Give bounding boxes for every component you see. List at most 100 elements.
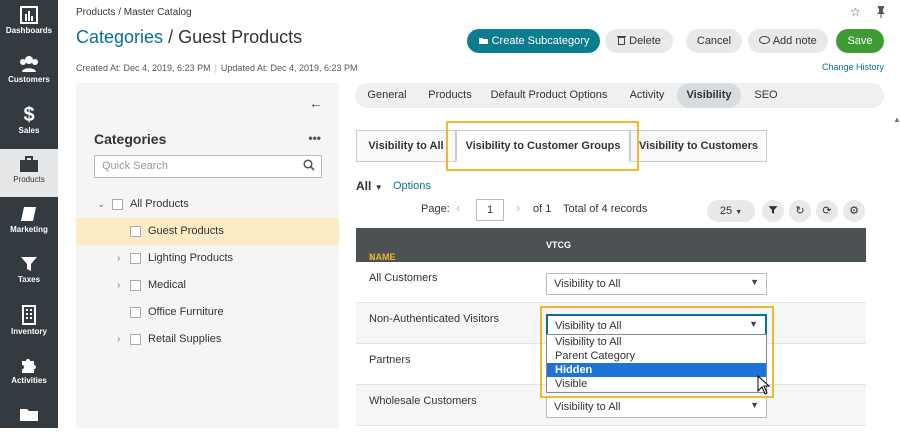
total-records: Total of 4 records bbox=[563, 203, 648, 215]
create-subcategory-label: Create Subcategory bbox=[491, 35, 590, 47]
next-page-icon[interactable]: › bbox=[516, 200, 520, 215]
vtcg-select[interactable]: Visibility to All ▼ bbox=[546, 273, 767, 295]
chevron-down-icon: ▼ bbox=[750, 400, 759, 410]
chevron-down-icon: ▼ bbox=[750, 277, 759, 287]
tree-node-checkbox[interactable] bbox=[130, 280, 141, 291]
change-history-link[interactable]: Change History bbox=[822, 62, 884, 72]
sidebar-item-products[interactable]: Products bbox=[0, 149, 58, 197]
dashboard-icon bbox=[20, 6, 38, 24]
expand-caret-icon[interactable]: › bbox=[117, 245, 120, 272]
sidebar-label: Customers bbox=[8, 75, 50, 84]
sidebar-item-dashboards[interactable]: Dashboards bbox=[0, 0, 58, 48]
sidebar-label: Inventory bbox=[10, 327, 47, 336]
tree-node-checkbox[interactable] bbox=[112, 199, 123, 210]
sidebar-item-taxes[interactable]: Taxes bbox=[0, 249, 58, 297]
save-button[interactable]: Save bbox=[836, 29, 884, 53]
sidebar-label: Taxes bbox=[17, 275, 41, 284]
tab-seo[interactable]: SEO bbox=[749, 83, 783, 108]
main-sidebar: Dashboards Customers $ Sales Products Ma… bbox=[0, 0, 58, 428]
tab-products[interactable]: Products bbox=[421, 83, 479, 108]
settings-button[interactable]: ⚙ bbox=[843, 200, 865, 222]
add-note-label: Add note bbox=[772, 35, 817, 47]
prev-page-icon[interactable]: ‹ bbox=[456, 200, 460, 215]
reset-button[interactable]: ⟳ bbox=[816, 200, 838, 222]
tree-node-label: Lighting Products bbox=[148, 252, 233, 264]
sidebar-item-sales[interactable]: $ Sales bbox=[0, 98, 58, 146]
tree-node-medical[interactable]: › Medical bbox=[76, 272, 339, 299]
tab-default-product-options[interactable]: Default Product Options bbox=[487, 83, 611, 108]
quick-search-placeholder: Quick Search bbox=[102, 160, 169, 172]
tree-node-office-furniture[interactable]: Office Furniture bbox=[76, 299, 339, 326]
created-at: Created At: Dec 4, 2019, 6:23 PM bbox=[76, 63, 211, 73]
tree-node-retail-supplies[interactable]: › Retail Supplies bbox=[76, 326, 339, 353]
book-icon bbox=[21, 207, 36, 221]
dollar-icon: $ bbox=[23, 104, 34, 124]
vtcg-select-value: Visibility to All bbox=[554, 401, 621, 413]
trash-icon bbox=[617, 36, 627, 45]
building-icon bbox=[22, 305, 36, 325]
page-size-value: 25 bbox=[719, 205, 733, 217]
create-subcategory-button[interactable]: Create Subcategory bbox=[467, 29, 600, 53]
options-link[interactable]: Options bbox=[393, 180, 431, 192]
tree-node-checkbox[interactable] bbox=[130, 307, 141, 318]
column-vtcg-header: VTCG bbox=[546, 240, 572, 250]
sidebar-item-inventory[interactable]: Inventory bbox=[0, 299, 58, 347]
quick-search-input[interactable]: Quick Search bbox=[94, 155, 322, 178]
page-input[interactable]: 1 bbox=[476, 199, 504, 221]
tree-node-guest-products[interactable]: Guest Products bbox=[76, 218, 339, 245]
vtcg-select[interactable]: Visibility to All ▼ bbox=[546, 396, 767, 418]
tab-visibility-to-customers[interactable]: Visibility to Customers bbox=[630, 130, 767, 162]
expand-caret-icon[interactable]: › bbox=[117, 326, 120, 353]
sidebar-item-activities[interactable]: Activities bbox=[0, 350, 58, 398]
expand-caret-icon[interactable]: ⌄ bbox=[97, 191, 105, 218]
tree-node-label: Medical bbox=[148, 279, 186, 291]
tree-node-checkbox[interactable] bbox=[130, 253, 141, 264]
tree-node-checkbox[interactable] bbox=[130, 334, 141, 345]
tab-visibility-to-all[interactable]: Visibility to All bbox=[356, 130, 456, 162]
sidebar-item-marketing[interactable]: Marketing bbox=[0, 199, 58, 247]
filter-all-label: All bbox=[356, 179, 372, 193]
star-icon[interactable]: ☆ bbox=[850, 5, 861, 19]
comment-icon bbox=[759, 36, 771, 44]
sidebar-item-files[interactable] bbox=[0, 399, 58, 447]
collapse-arrow-icon[interactable]: ← bbox=[309, 95, 323, 111]
add-note-button[interactable]: Add note bbox=[748, 29, 828, 53]
tab-visibility[interactable]: Visibility bbox=[677, 83, 741, 108]
page-size-select[interactable]: 25 ▼ bbox=[707, 200, 755, 222]
tab-general[interactable]: General bbox=[361, 83, 413, 108]
categories-link[interactable]: Categories bbox=[76, 27, 163, 47]
table-header: NAME ↓ VTCG bbox=[356, 228, 866, 262]
scroll-up-icon[interactable]: ▲ bbox=[893, 115, 900, 124]
expand-caret-icon[interactable]: › bbox=[117, 272, 120, 299]
folder-icon bbox=[20, 409, 38, 421]
table-row: All Customers Visibility to All ▼ bbox=[356, 262, 866, 303]
gear-icon: ⚙ bbox=[849, 205, 859, 217]
tree-node-label: All Products bbox=[130, 198, 189, 210]
filter-toggle-button[interactable] bbox=[762, 200, 784, 222]
more-options-icon[interactable]: ••• bbox=[308, 131, 321, 145]
sidebar-label: Marketing bbox=[10, 225, 48, 234]
breadcrumb[interactable]: Products / Master Catalog bbox=[76, 7, 192, 18]
delete-button[interactable]: Delete bbox=[605, 29, 673, 53]
pin-icon[interactable] bbox=[876, 6, 886, 18]
tree-node-lighting-products[interactable]: › Lighting Products bbox=[76, 245, 339, 272]
tree-node-checkbox[interactable] bbox=[130, 226, 141, 237]
cancel-button[interactable]: Cancel bbox=[686, 29, 742, 53]
search-icon[interactable] bbox=[303, 159, 315, 171]
row-name: Partners bbox=[369, 354, 411, 366]
filter-all[interactable]: All ▼ bbox=[356, 179, 383, 193]
vtcg-select-value: Visibility to All bbox=[554, 278, 621, 290]
main-tabs: General Products Default Product Options… bbox=[355, 83, 884, 108]
row-name: All Customers bbox=[369, 272, 438, 284]
tab-activity[interactable]: Activity bbox=[621, 83, 673, 108]
title-separator: / bbox=[168, 27, 174, 47]
tree-node-label: Retail Supplies bbox=[148, 333, 222, 345]
updated-at: Updated At: Dec 4, 2019, 6:23 PM bbox=[220, 63, 358, 73]
svg-text:$: $ bbox=[23, 104, 34, 124]
sidebar-item-customers[interactable]: Customers bbox=[0, 49, 58, 97]
sidebar-label: Activities bbox=[11, 376, 47, 385]
refresh-button[interactable]: ↻ bbox=[789, 200, 811, 222]
reset-icon: ⟳ bbox=[822, 205, 832, 217]
page-title: Categories / Guest Products bbox=[76, 27, 302, 48]
tree-node-all-products[interactable]: ⌄ All Products bbox=[76, 191, 339, 218]
